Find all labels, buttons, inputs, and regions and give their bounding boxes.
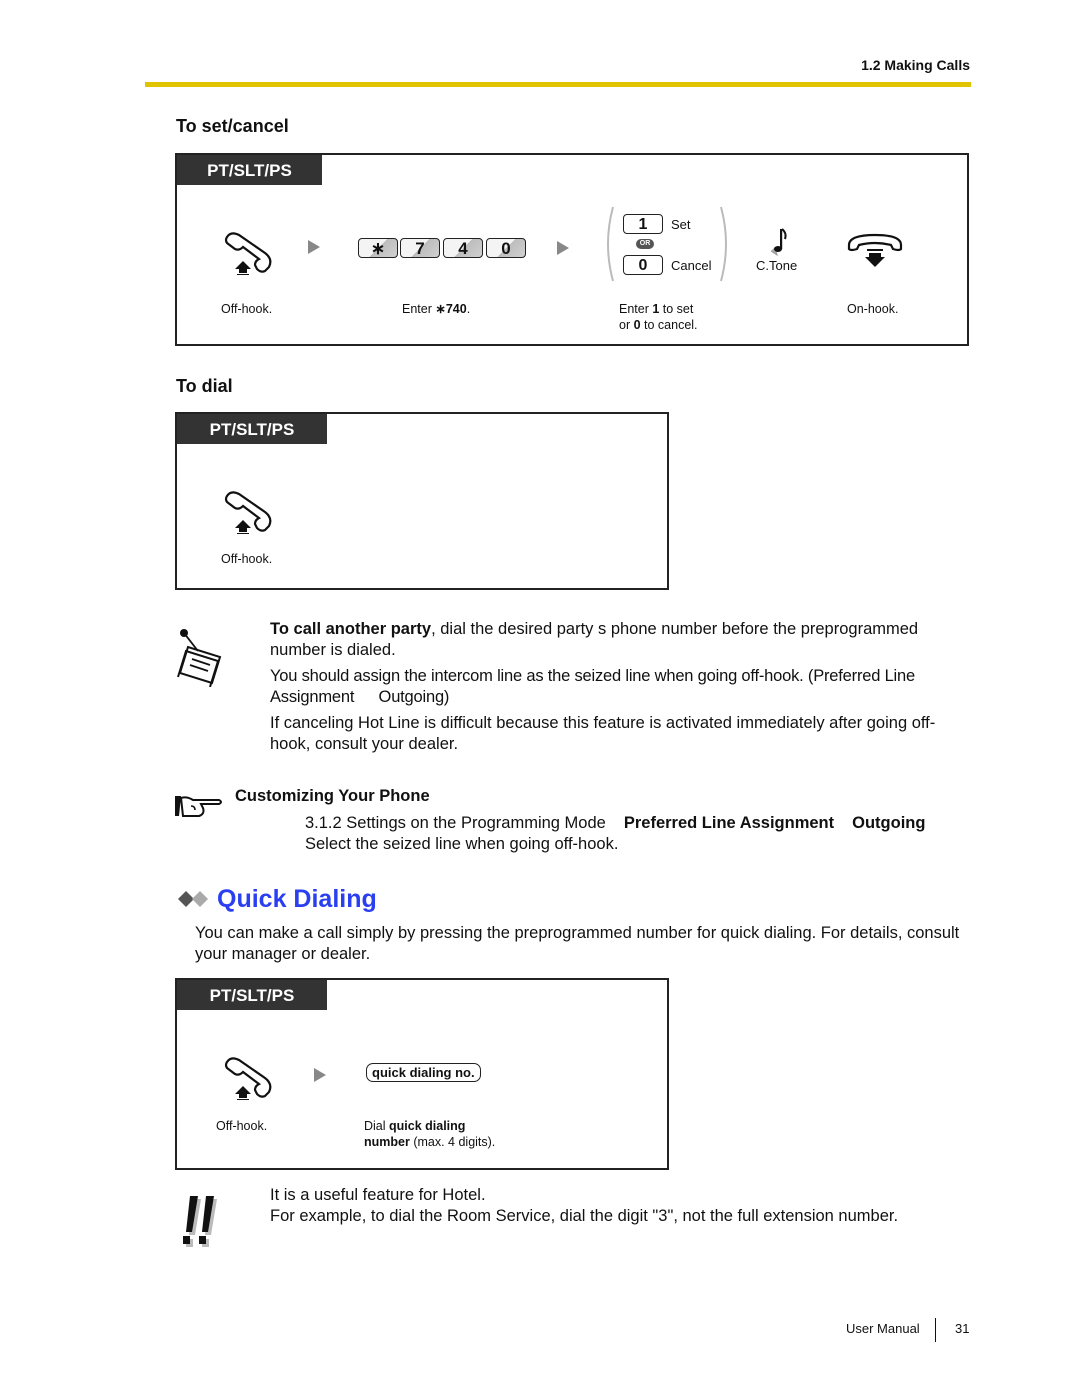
offhook-caption: Off-hook. [221,552,273,566]
footer-divider [935,1318,936,1342]
footer-label: User Manual [846,1321,920,1336]
offhook-caption: Off-hook. [216,1119,268,1133]
to-dial-procedure-box: PT/SLT/PS Off-hook. [175,412,669,590]
key-1-set: 1 [623,214,663,234]
section-header: 1.2 Making Calls [861,57,970,73]
note-3: If canceling Hot Line is difficult becau… [270,714,936,753]
customizing-ref: 3.1.2 Settings on the Programming Mode Pr… [305,814,926,853]
quick-dialing-title: Quick Dialing [217,885,377,913]
device-tab: PT/SLT/PS [177,414,327,444]
step-arrow-icon [314,1068,326,1082]
onhook-caption: On-hook. [847,302,899,316]
note-2: You should assign the intercom line as t… [270,667,915,706]
key-star: ∗ [358,238,398,258]
important-notice-icon [183,1196,217,1247]
quick-dialing-intro: You can make a call simply by pressing t… [195,924,960,963]
notes-list: To call another party, dial the desired … [270,619,970,755]
device-tab: PT/SLT/PS [177,980,327,1010]
quick-dialing-procedure-box: PT/SLT/PS Off-hook. quick dialing no. Di… [175,978,669,1170]
choice-caption: Enter 1 to set or 0 to cancel. [619,302,698,332]
confirmation-tone-icon [770,228,787,257]
or-badge: OR [636,239,654,249]
key-7: 7 [400,238,440,258]
ref-link-preferred-line[interactable]: Preferred Line Assignment [624,814,834,832]
offhook-caption: Off-hook. [221,302,273,316]
step-arrow-icon [557,241,569,255]
quick-dialing-number-key: quick dialing no. [366,1063,481,1082]
off-hook-icon [224,1057,272,1100]
to-dial-heading: To dial [176,376,233,396]
key-0: 0 [486,238,526,258]
ctone-label: C.Tone [756,258,798,273]
cancel-label: Cancel [671,258,712,273]
off-hook-icon [224,491,272,534]
on-hook-icon [847,233,903,267]
note-icon [177,629,222,687]
pointing-hand-icon [175,796,222,817]
page-number: 31 [955,1321,970,1336]
note-1: To call another party, dial the desired … [270,620,919,659]
customizing-title: Customizing Your Phone [235,787,430,805]
set-label: Set [671,217,691,232]
key-0-cancel: 0 [623,255,663,275]
set-cancel-procedure-box: PT/SLT/PS Off-hook. ∗ 7 4 0 Enter ∗740. … [175,153,969,346]
diamonds-icon [178,891,208,907]
off-hook-icon [224,232,272,275]
header-rule [145,82,971,87]
enter-code-caption: Enter ∗740. [402,302,471,316]
dial-caption: Dial quick dialing number (max. 4 digits… [364,1119,496,1149]
key-4: 4 [443,238,483,258]
set-cancel-heading: To set/cancel [176,116,289,136]
feature-code-keys: ∗ 7 4 0 [358,238,530,260]
warning-text: It is a useful feature for Hotel. For ex… [270,1186,899,1225]
step-arrow-icon [308,240,320,254]
device-tab: PT/SLT/PS [177,155,322,185]
